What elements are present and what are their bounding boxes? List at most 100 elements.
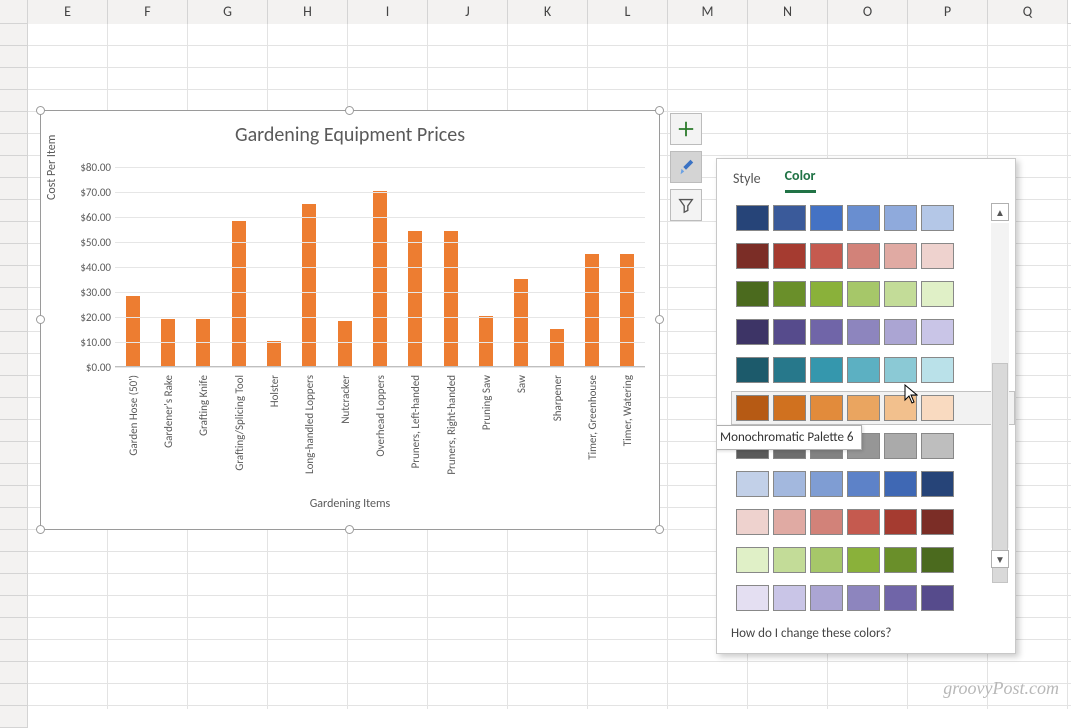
row-header[interactable] xyxy=(0,222,28,244)
column-header[interactable]: I xyxy=(348,0,428,24)
palette-row[interactable] xyxy=(731,391,1015,425)
row-header[interactable] xyxy=(0,442,28,464)
bar[interactable] xyxy=(479,316,493,366)
palette-row[interactable] xyxy=(731,543,1015,577)
bar[interactable] xyxy=(338,321,352,366)
row-header[interactable] xyxy=(0,90,28,112)
row-header[interactable] xyxy=(0,310,28,332)
column-header[interactable]: G xyxy=(188,0,268,24)
resize-handle[interactable] xyxy=(345,106,354,115)
row-header[interactable] xyxy=(0,266,28,288)
color-swatch xyxy=(884,585,917,611)
row-header[interactable] xyxy=(0,530,28,552)
bar[interactable] xyxy=(444,231,458,366)
column-header[interactable]: H xyxy=(268,0,348,24)
row-header[interactable] xyxy=(0,662,28,684)
bar[interactable] xyxy=(550,329,564,367)
column-header[interactable]: F xyxy=(108,0,188,24)
palette-row[interactable] xyxy=(731,353,1015,387)
palette-scroll: Monochromatic Palette 6 ▲ ▼ xyxy=(717,193,1015,614)
row-header[interactable] xyxy=(0,332,28,354)
row-header[interactable] xyxy=(0,178,28,200)
y-axis-label[interactable]: Cost Per Item xyxy=(45,135,59,200)
chart-filter-button[interactable] xyxy=(670,189,702,221)
row-header[interactable] xyxy=(0,68,28,90)
row-header[interactable] xyxy=(0,46,28,68)
row-header[interactable] xyxy=(0,618,28,640)
row-header[interactable] xyxy=(0,684,28,706)
row-header[interactable] xyxy=(0,508,28,530)
category-label: Timer, Watering xyxy=(621,375,634,446)
chart-object[interactable]: Gardening Equipment Prices Cost Per Item… xyxy=(40,110,660,530)
column-header[interactable]: Q xyxy=(988,0,1068,24)
row-header[interactable] xyxy=(0,464,28,486)
column-header[interactable]: J xyxy=(428,0,508,24)
resize-handle[interactable] xyxy=(36,525,45,534)
row-header[interactable] xyxy=(0,112,28,134)
resize-handle[interactable] xyxy=(345,525,354,534)
chart-elements-button[interactable] xyxy=(670,113,702,145)
row-header[interactable] xyxy=(0,376,28,398)
tab-color[interactable]: Color xyxy=(785,167,816,193)
row-header[interactable] xyxy=(0,486,28,508)
row-header[interactable] xyxy=(0,420,28,442)
bar[interactable] xyxy=(408,231,422,366)
chart-title[interactable]: Gardening Equipment Prices xyxy=(41,123,659,147)
palette-row[interactable] xyxy=(731,277,1015,311)
row-header[interactable] xyxy=(0,354,28,376)
row-header[interactable] xyxy=(0,706,28,728)
color-swatch xyxy=(847,509,880,535)
row-header[interactable] xyxy=(0,244,28,266)
color-swatch xyxy=(810,319,843,345)
row-header[interactable] xyxy=(0,552,28,574)
column-header[interactable]: K xyxy=(508,0,588,24)
scrollbar[interactable]: ▲ ▼ xyxy=(991,203,1009,568)
select-all-corner[interactable] xyxy=(0,0,28,23)
palette-row[interactable] xyxy=(731,581,1015,614)
x-axis-label[interactable]: Gardening Items xyxy=(41,497,659,511)
bar[interactable] xyxy=(620,254,634,367)
palette-row[interactable] xyxy=(731,239,1015,273)
plot-area[interactable]: Garden Hose (50')Gardener's RakeGrafting… xyxy=(115,167,645,367)
chart-styles-button[interactable] xyxy=(670,151,702,183)
row-header[interactable] xyxy=(0,156,28,178)
scroll-up-button[interactable]: ▲ xyxy=(991,203,1009,221)
palette-row[interactable] xyxy=(731,467,1015,501)
palette-row[interactable] xyxy=(731,201,1015,235)
row-header[interactable] xyxy=(0,574,28,596)
resize-handle[interactable] xyxy=(655,106,664,115)
scroll-track[interactable] xyxy=(991,223,1009,548)
y-tick-label: $20.00 xyxy=(63,311,111,324)
color-swatch xyxy=(736,471,769,497)
row-header[interactable] xyxy=(0,640,28,662)
resize-handle[interactable] xyxy=(36,106,45,115)
bar[interactable] xyxy=(267,341,281,366)
row-header[interactable] xyxy=(0,398,28,420)
gridline xyxy=(115,192,645,193)
scroll-down-button[interactable]: ▼ xyxy=(991,550,1009,568)
palette-row[interactable] xyxy=(731,315,1015,349)
bar[interactable] xyxy=(585,254,599,367)
category-label: Nutcracker xyxy=(339,375,352,424)
bar[interactable] xyxy=(126,296,140,366)
tab-style[interactable]: Style xyxy=(733,170,761,193)
column-header[interactable]: N xyxy=(748,0,828,24)
row-header[interactable] xyxy=(0,200,28,222)
help-link[interactable]: How do I change these colors? xyxy=(717,614,1015,653)
row-header[interactable] xyxy=(0,596,28,618)
column-header[interactable]: O xyxy=(828,0,908,24)
column-header[interactable]: M xyxy=(668,0,748,24)
palette-row[interactable] xyxy=(731,505,1015,539)
category-label: Grafting/Splicing Tool xyxy=(233,375,246,471)
row-header[interactable] xyxy=(0,24,28,46)
palette-grid xyxy=(731,201,1015,614)
resize-handle[interactable] xyxy=(36,315,45,324)
resize-handle[interactable] xyxy=(655,315,664,324)
column-header[interactable]: P xyxy=(908,0,988,24)
row-header[interactable] xyxy=(0,134,28,156)
row-header[interactable] xyxy=(0,288,28,310)
resize-handle[interactable] xyxy=(655,525,664,534)
y-tick-label: $80.00 xyxy=(63,161,111,174)
column-header[interactable]: E xyxy=(28,0,108,24)
column-header[interactable]: L xyxy=(588,0,668,24)
